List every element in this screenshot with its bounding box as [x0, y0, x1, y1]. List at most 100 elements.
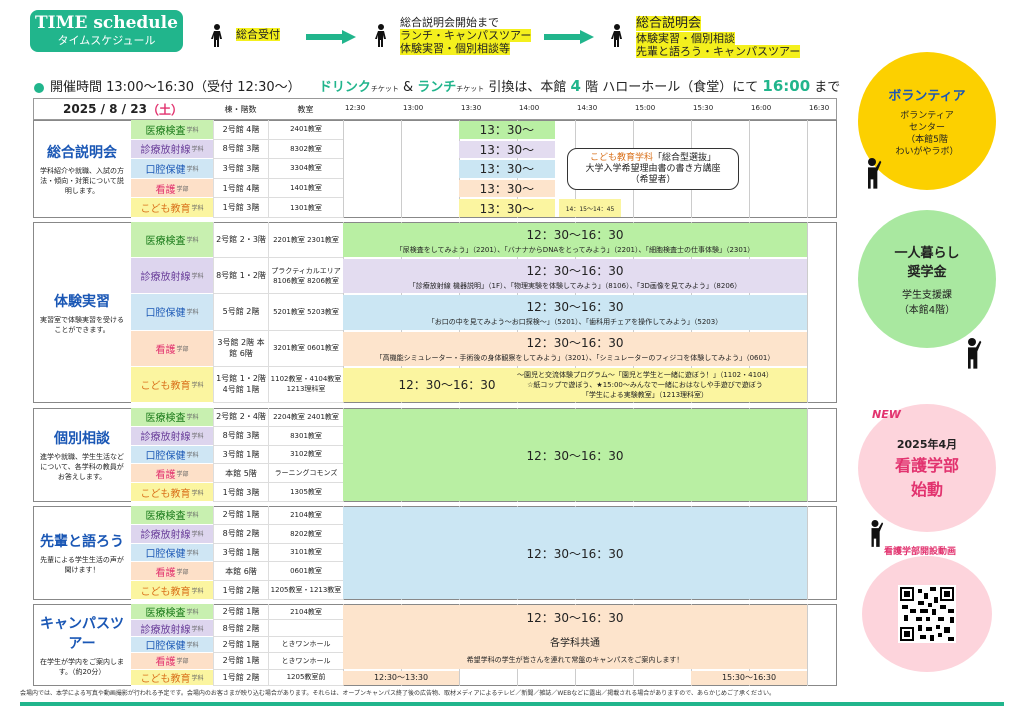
floor-cell: 2号館 1階: [213, 653, 268, 670]
session-bar: 13：30～: [459, 199, 555, 217]
living-title: 一人暮らし: [894, 246, 960, 261]
time-tick-label: 14:30: [577, 104, 598, 112]
dept-cell: 口腔保健 学科: [131, 294, 213, 331]
session-bar: 12：30～16：30: [343, 409, 807, 501]
dept-cell: 診療放射線 学科: [131, 524, 213, 544]
room-cell: 3101教室: [268, 543, 343, 563]
time-tick-label: 16:00: [751, 104, 772, 112]
dept-name: こども教育: [140, 673, 191, 685]
session-desc: 「診療放射線 機器説明」（1F）、「物理実験を体験してみよう」（8106）、「3…: [408, 281, 742, 290]
room-cell: 0601教室: [268, 562, 343, 582]
section-label: 体験実習 実習室で体験実習を受けることができます。: [37, 222, 127, 403]
dept-name: 口腔保健: [145, 450, 186, 462]
room-cell: 8302教室: [268, 139, 343, 160]
flow-step-before: 総合説明会開始まで ランチ・キャンパスツアー 体験実習・個別相談等: [400, 16, 532, 55]
dept-cell: こども教育 学科: [131, 669, 213, 686]
volunteer-line: ボランティア: [900, 110, 954, 121]
room-cell: 1205教室・1213教室: [268, 581, 343, 600]
dept-cell: 看護 学部: [131, 562, 213, 582]
session-bar: 12：30～16：30 ～園児と交流体験プログラム～「園児と学生と一緒に遊ぼう！」…: [343, 367, 807, 402]
person-waving-icon: [868, 158, 882, 189]
dept-name: 診療放射線: [140, 432, 191, 444]
session-desc: 「高機能シミュレーター・手術後の身体観察をしてみよう」（3201）、「シミュレー…: [375, 354, 775, 363]
room-cell: 2204教室 2401教室: [268, 408, 343, 427]
section-label: 先輩と語ろう 先輩による学生生活の声が聞けます！: [37, 506, 127, 600]
dept-cell: こども教育 学科: [131, 581, 213, 600]
session-time: 12：30～16：30: [526, 611, 624, 625]
session-desc: 「学生による実験教室」（1213理科室）: [581, 390, 709, 399]
bullet-dot-icon: [34, 82, 44, 93]
dept-name: こども教育: [140, 204, 191, 216]
bottom-bar: [20, 702, 1004, 706]
date-text: 2025 / 8 / 23: [63, 102, 147, 116]
section-desc: 学科紹介や就職、入試の方法・傾向・対策について説明します。: [40, 167, 124, 195]
floor-cell: 3号館 1階: [213, 445, 268, 465]
dept-cell: 口腔保健 学科: [131, 636, 213, 654]
time-tick-label: 16:30: [809, 104, 830, 112]
dept-name: 看護: [155, 344, 176, 356]
living-title-2: 奨学金: [907, 265, 947, 280]
dept-cell: 医療検査 学科: [131, 604, 213, 621]
volunteer-line: わいがやラボ）: [895, 146, 959, 157]
dept-name: 看護: [155, 657, 176, 669]
badge-subtitle: タイムスケジュール: [57, 34, 156, 47]
flow-arrow-icon: [306, 30, 356, 44]
session-time: 12：30～16：30: [526, 227, 624, 242]
dept-suffix: 学科: [191, 433, 204, 441]
room-cell: 1205教室前: [268, 669, 343, 686]
room-cell: 2104教室: [268, 604, 343, 621]
session-time: 12：30～16：30: [526, 546, 624, 561]
col-header-floor: 棟・階数: [224, 104, 257, 114]
volunteer-title: ボランティア: [888, 88, 966, 104]
dept-name: 診療放射線: [140, 624, 191, 636]
flow-step-main: 総合説明会 体験実習・個別相談 先輩と語ろう・キャンパスツアー: [636, 16, 801, 58]
dept-suffix: 学科: [191, 674, 204, 682]
flow-step-main-item: 体験実習・個別相談: [636, 32, 735, 45]
room-cell: ときワンホール: [268, 636, 343, 654]
session-bar: 12：30～16：30 「診療放射線 機器説明」（1F）、「物理実験を体験してみよ…: [343, 259, 807, 294]
dept-suffix: 学科: [186, 414, 199, 422]
session-bar: 12：30～16：30 「尿検査をしてみよう」（2201）、「バナナからDNAをと…: [343, 223, 807, 258]
dept-suffix: 学科: [191, 625, 204, 633]
col-header-room: 教室: [297, 104, 314, 114]
hours-info: 開催時間 13:00～16:30（受付 12:30～） ドリンクチケット & ラ…: [34, 76, 840, 95]
time-schedule-badge: TIME schedule タイムスケジュール: [30, 10, 183, 52]
dept-cell: こども教育 学科: [131, 198, 213, 218]
floor-cell: 2号館 2・3階: [213, 222, 268, 259]
floor-cell: 2号館 1階: [213, 636, 268, 654]
floor-cell: 1号館 3階: [213, 483, 268, 502]
floor-cell: 2号館 4階: [213, 120, 268, 140]
room-cell: 3201教室 0601教室: [268, 330, 343, 367]
dept-cell: 看護 学部: [131, 653, 213, 670]
floor-cell: 3号館 1階: [213, 543, 268, 563]
living-circle: 一人暮らし 奨学金 学生支援課 （本館4階）: [858, 210, 996, 348]
nursing-sub: 始動: [910, 480, 943, 499]
session-time: 13：30～: [479, 182, 535, 197]
callout-line: 大学入学希望理由書の書き方講座: [585, 163, 721, 174]
amp-label: &: [398, 80, 418, 95]
room-cell: 8202教室: [268, 524, 343, 544]
session-time: 12：30～16：30: [526, 336, 624, 351]
callout-line: 「総合型選抜」: [653, 152, 717, 163]
dept-name: こども教育: [140, 488, 191, 500]
nursing-date: 2025年4月: [896, 438, 958, 451]
dept-suffix: 学部: [176, 568, 189, 576]
dept-name: 口腔保健: [145, 164, 186, 176]
floor-cell: 8号館 3階: [213, 139, 268, 160]
section-title: 体験実習: [54, 293, 110, 310]
time-tick-label: 15:30: [693, 104, 714, 112]
dept-cell: 診療放射線 学科: [131, 139, 213, 160]
person-icon: [211, 24, 222, 47]
table-date: 2025 / 8 / 23 （土）: [33, 98, 213, 120]
dept-suffix: 学科: [186, 126, 199, 134]
until-time: 16:00: [762, 77, 811, 95]
flow-step-before-item: 体験実習・個別相談等: [400, 42, 510, 55]
room-cell: 3102教室: [268, 445, 343, 465]
qr-code-icon[interactable]: [898, 585, 956, 643]
room-cell: プラクティカルエリア 8106教室 8206教室: [268, 258, 343, 295]
nursing-title: 看護学部: [894, 456, 959, 475]
timeline-gridline: [807, 506, 808, 600]
time-tick-label: 15:00: [635, 104, 656, 112]
session-bar: 13：30～: [459, 121, 555, 139]
time-tick-label: 12:30: [345, 104, 366, 112]
